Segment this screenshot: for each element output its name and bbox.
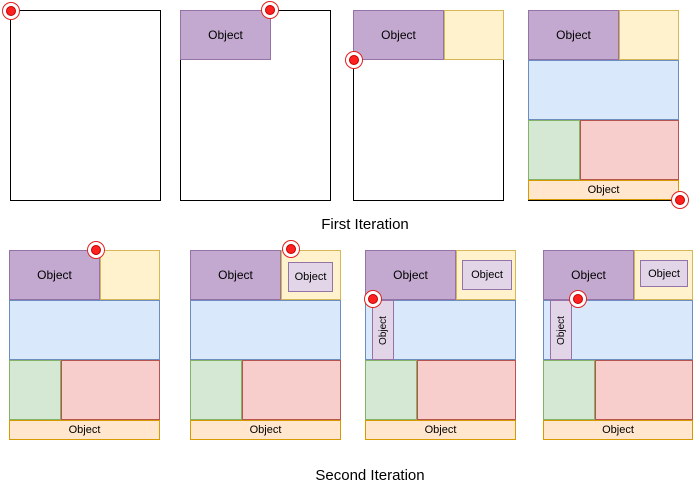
object-label: Object [294, 271, 327, 283]
placement-point-dot [286, 244, 296, 254]
free-region-green [543, 360, 595, 420]
free-region-green [365, 360, 417, 420]
object-label: Object [218, 268, 253, 282]
second-iteration-step-3: Object Object Object Object [356, 235, 526, 445]
object-box: Object [528, 10, 619, 60]
object-label: Object [208, 28, 243, 42]
first-iteration-step-3: Object [343, 0, 513, 210]
free-region-green [190, 360, 242, 420]
object-label: Object [648, 267, 680, 280]
object-label: Object [587, 184, 620, 196]
first-iteration-step-1 [0, 0, 170, 210]
placement-point-dot [265, 5, 275, 15]
object-label: Object [555, 315, 567, 345]
object-label-vertical: Object [551, 301, 571, 359]
free-region-green [528, 120, 580, 180]
free-region-yellow [444, 10, 504, 60]
first-iteration-step-4: Object Object [518, 0, 696, 215]
object-box: Object [180, 10, 271, 60]
object-box-vertical: Object [372, 300, 394, 360]
object-box: Object [190, 250, 281, 300]
bin-outline [10, 10, 161, 201]
object-box-vertical: Object [550, 300, 572, 360]
object-label-vertical: Object [373, 301, 393, 359]
free-region-blue [528, 60, 679, 120]
object-label: Object [571, 268, 606, 282]
free-region-green [9, 360, 61, 420]
object-bar: Object [528, 180, 679, 200]
object-label: Object [602, 424, 634, 436]
first-iteration-caption: First Iteration [321, 216, 409, 233]
placement-point-dot [6, 6, 16, 16]
object-label: Object [249, 424, 282, 436]
object-label: Object [471, 269, 503, 281]
object-box: Object [9, 250, 100, 300]
object-label: Object [424, 424, 457, 436]
object-box: Object [543, 250, 634, 300]
free-region-blue [190, 300, 341, 360]
placement-point-dot [368, 294, 378, 304]
free-region-red [580, 120, 679, 180]
second-iteration-step-4: Object Object Object Object [534, 235, 696, 445]
object-bar: Object [190, 420, 341, 440]
placement-point-dot [91, 245, 101, 255]
free-region-red [61, 360, 160, 420]
free-region-red [417, 360, 516, 420]
object-label: Object [377, 315, 389, 345]
free-region-red [595, 360, 693, 420]
placement-point-dot [573, 294, 583, 304]
placement-point-dot [349, 55, 359, 65]
free-region-red [242, 360, 341, 420]
object-label: Object [68, 424, 101, 436]
free-region-blue [9, 300, 160, 360]
second-iteration-caption: Second Iteration [315, 467, 425, 484]
free-region-yellow [619, 10, 679, 60]
packing-diagram: Object Object Object Object First Iterat… [0, 0, 696, 491]
second-iteration-step-1: Object Object [0, 235, 170, 445]
object-bar: Object [365, 420, 516, 440]
object-label: Object [37, 268, 72, 282]
free-region-yellow [100, 250, 160, 300]
object-bar: Object [9, 420, 160, 440]
placement-point-dot [675, 195, 685, 205]
object-box-small: Object [288, 262, 333, 292]
first-iteration-step-2: Object [170, 0, 340, 210]
object-label: Object [556, 28, 591, 42]
object-box: Object [353, 10, 444, 60]
object-bar: Object [543, 420, 693, 440]
object-box-small: Object [462, 260, 512, 290]
second-iteration-step-2: Object Object Object [181, 235, 351, 445]
object-box-small: Object [640, 260, 688, 287]
object-label: Object [381, 28, 416, 42]
